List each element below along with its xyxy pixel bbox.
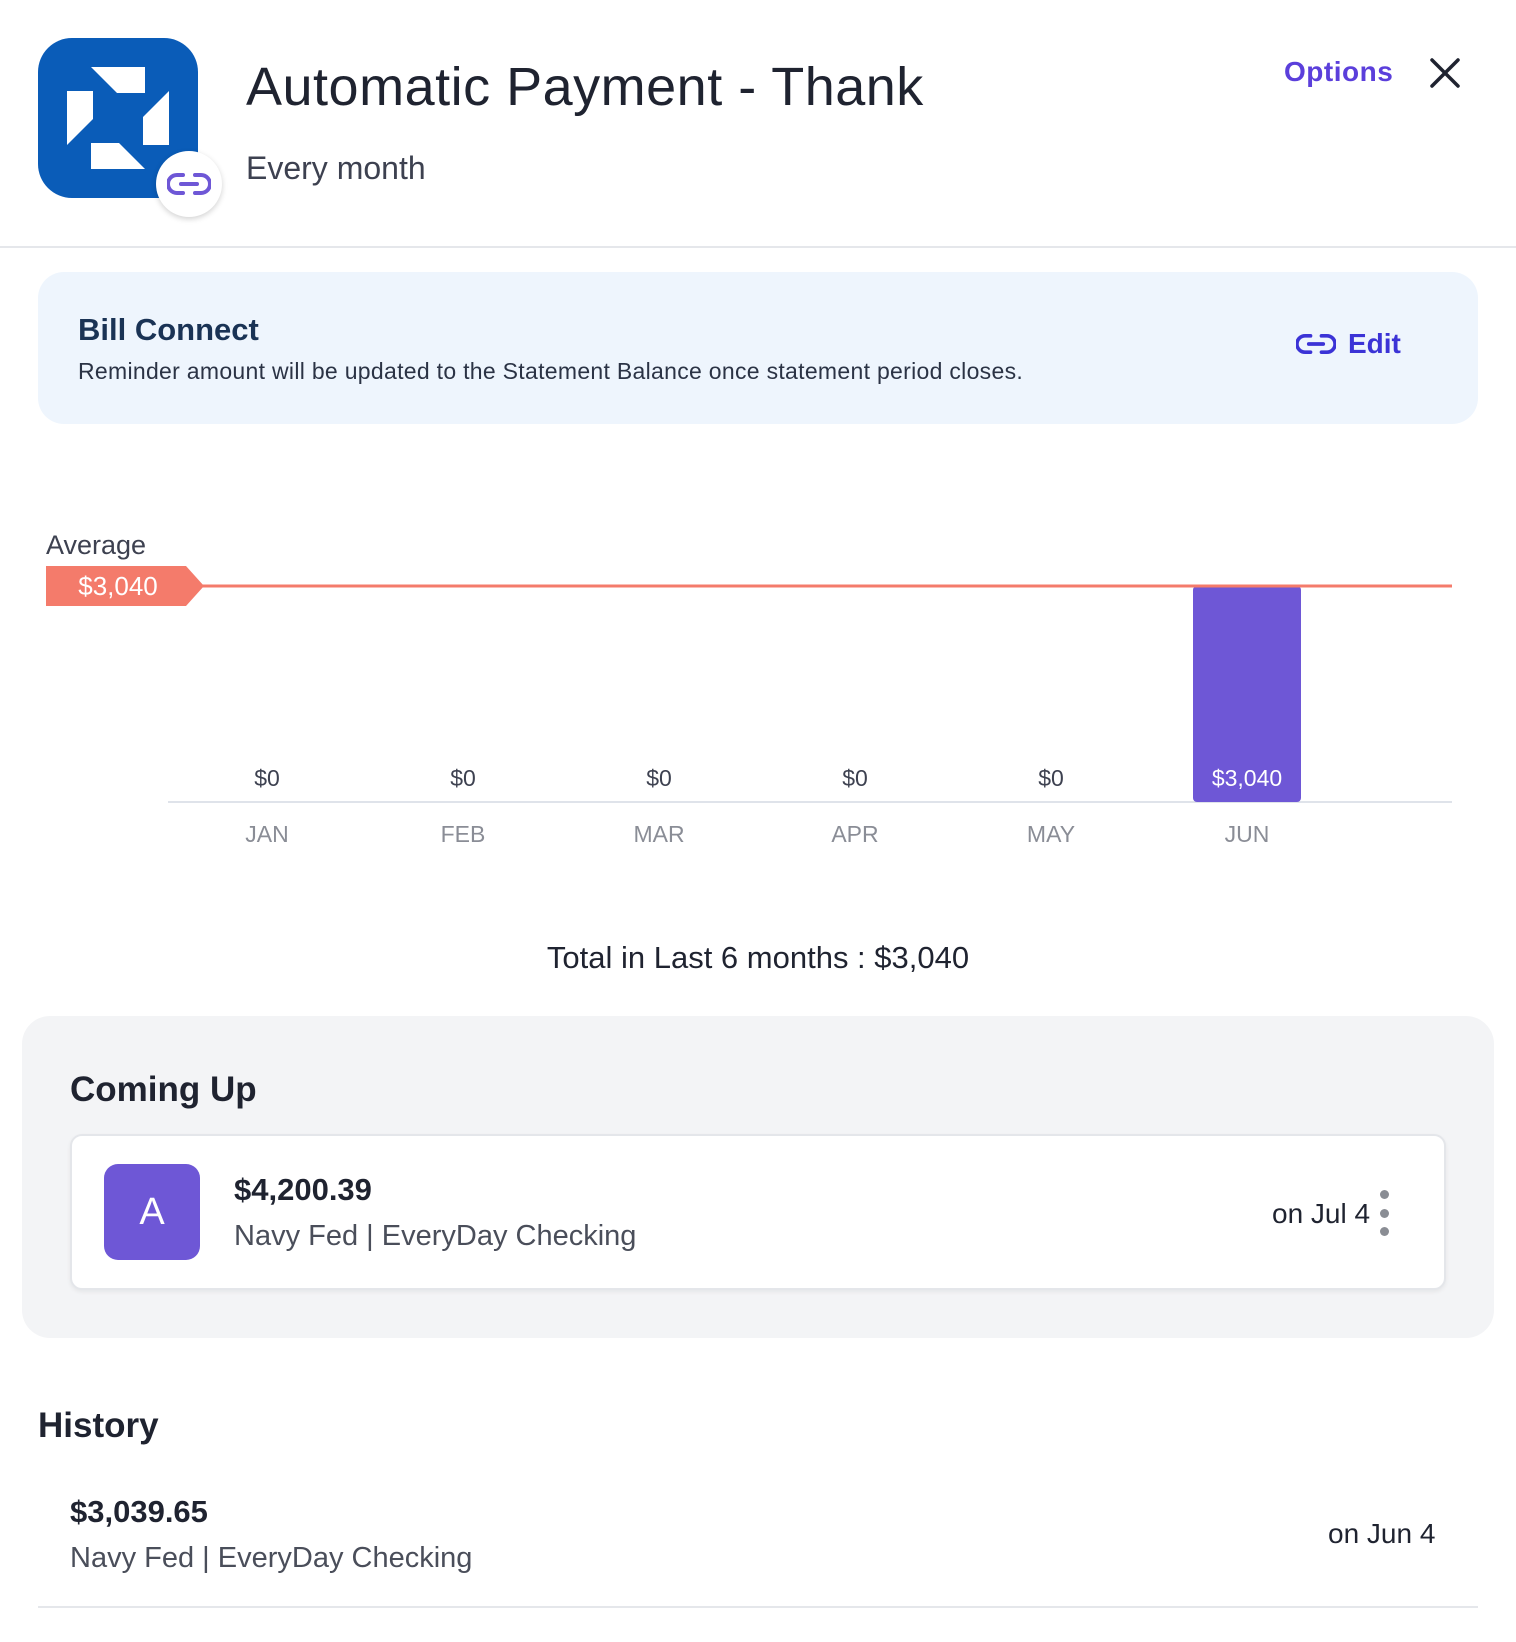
chart-category-label-apr: APR (831, 821, 878, 847)
chart-value-label-jun: $3,040 (1212, 765, 1282, 791)
coming-up-section: Coming Up A $4,200.39 Navy Fed | EveryDa… (22, 1016, 1494, 1338)
avatar: A (104, 1164, 200, 1260)
history-date: on Jun 4 (1328, 1518, 1436, 1549)
bar-chart: $0 JAN $0 FEB $0 MAR $0 APR $0 MAY $3,040 JUN $3,040… (46, 530, 1452, 847)
chart-category-label-may: MAY (1027, 821, 1075, 847)
chart-category-label-jan: JAN (245, 821, 288, 847)
upcoming-amount: $4,200.39 (234, 1172, 372, 1207)
bill-connect-panel: Bill Connect Reminder amount will be upd… (38, 272, 1478, 424)
chart-value-label-apr: $0 (842, 765, 868, 791)
link-icon (156, 151, 222, 217)
total-summary: Total in Last 6 months : $3,040 (546, 940, 970, 975)
history-account: Navy Fed | EveryDay Checking (70, 1542, 473, 1574)
upcoming-payment-card[interactable]: A $4,200.39 Navy Fed | EveryDay Checking… (70, 1134, 1446, 1290)
chart-average-value: $3,040 (78, 571, 158, 601)
history-row[interactable]: $3,039.65 Navy Fed | EveryDay Checking o… (38, 1478, 1478, 1608)
chart-category-label-feb: FEB (441, 821, 486, 847)
options-button[interactable]: Options (1284, 56, 1393, 88)
more-options-icon[interactable] (1374, 1190, 1394, 1236)
chart-category-label-jun: JUN (1225, 821, 1270, 847)
bill-connect-description: Reminder amount will be updated to the S… (78, 358, 1024, 384)
upcoming-date: on Jul 4 (1272, 1198, 1371, 1229)
close-button[interactable] (1428, 56, 1462, 90)
chart-value-label-jan: $0 (254, 765, 280, 791)
page-title: Automatic Payment - Thank (246, 57, 924, 117)
merchant-logo (38, 38, 222, 217)
chart-value-label-may: $0 (1038, 765, 1064, 791)
upcoming-account: Navy Fed | EveryDay Checking (234, 1220, 637, 1252)
recurrence-label: Every month (246, 150, 426, 186)
history-amount: $3,039.65 (70, 1494, 208, 1529)
coming-up-title: Coming Up (70, 1070, 257, 1109)
header: Automatic Payment - Thank Every month Op… (0, 0, 1516, 248)
edit-button[interactable]: Edit (1296, 328, 1401, 360)
spending-chart: $0 JAN $0 FEB $0 MAR $0 APR $0 MAY $3,040 JUN $3,040… (0, 500, 1516, 860)
bill-connect-title: Bill Connect (78, 312, 259, 347)
close-icon (1430, 58, 1460, 88)
chart-value-label-feb: $0 (450, 765, 476, 791)
edit-label: Edit (1348, 328, 1401, 359)
chart-average-label: Average (46, 530, 146, 560)
link-icon (1296, 334, 1336, 354)
chart-value-label-mar: $0 (646, 765, 672, 791)
history-title: History (38, 1406, 159, 1445)
chart-category-label-mar: MAR (633, 821, 684, 847)
